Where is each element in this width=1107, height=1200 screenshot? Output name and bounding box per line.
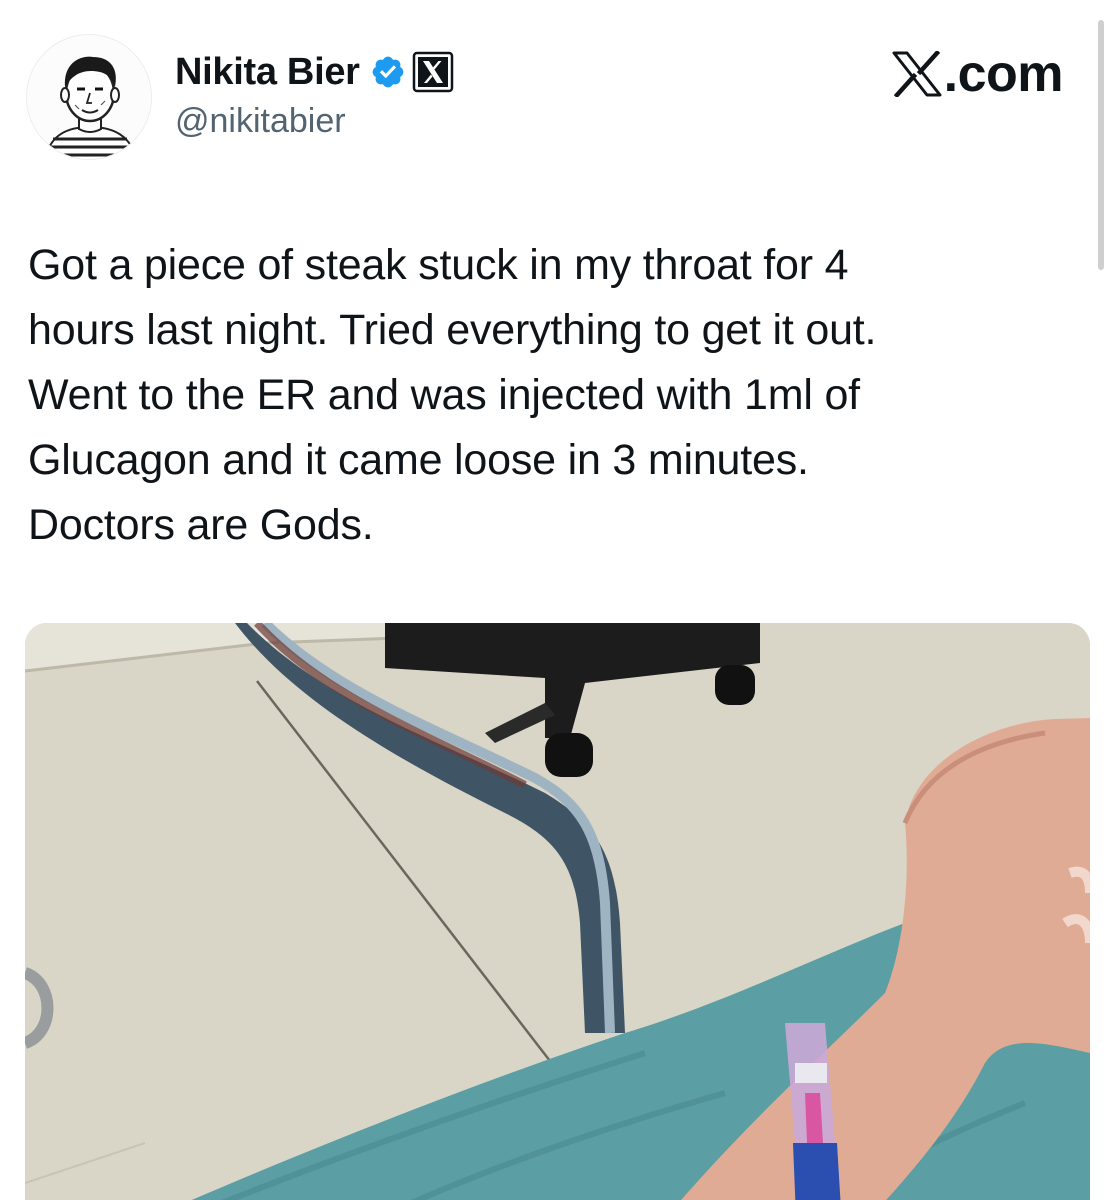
brand-watermark: .com: [892, 45, 1064, 103]
verified-badge-icon: [372, 56, 404, 88]
x-affiliate-icon[interactable]: [412, 51, 454, 93]
tweet-photo[interactable]: [25, 623, 1090, 1200]
author-display-name[interactable]: Nikita Bier: [175, 51, 360, 94]
x-logo-icon: [892, 51, 942, 97]
author-avatar[interactable]: [26, 34, 152, 160]
brand-label: .com: [943, 45, 1064, 103]
author-name-row: Nikita Bier: [175, 46, 454, 98]
scrollbar[interactable]: [1098, 20, 1104, 270]
photo-attachment: [25, 623, 1090, 1200]
avatar-sketch-icon: [27, 35, 151, 159]
author-handle[interactable]: @nikitabier: [175, 102, 346, 141]
tweet-text: Got a piece of steak stuck in my throat …: [28, 241, 877, 549]
